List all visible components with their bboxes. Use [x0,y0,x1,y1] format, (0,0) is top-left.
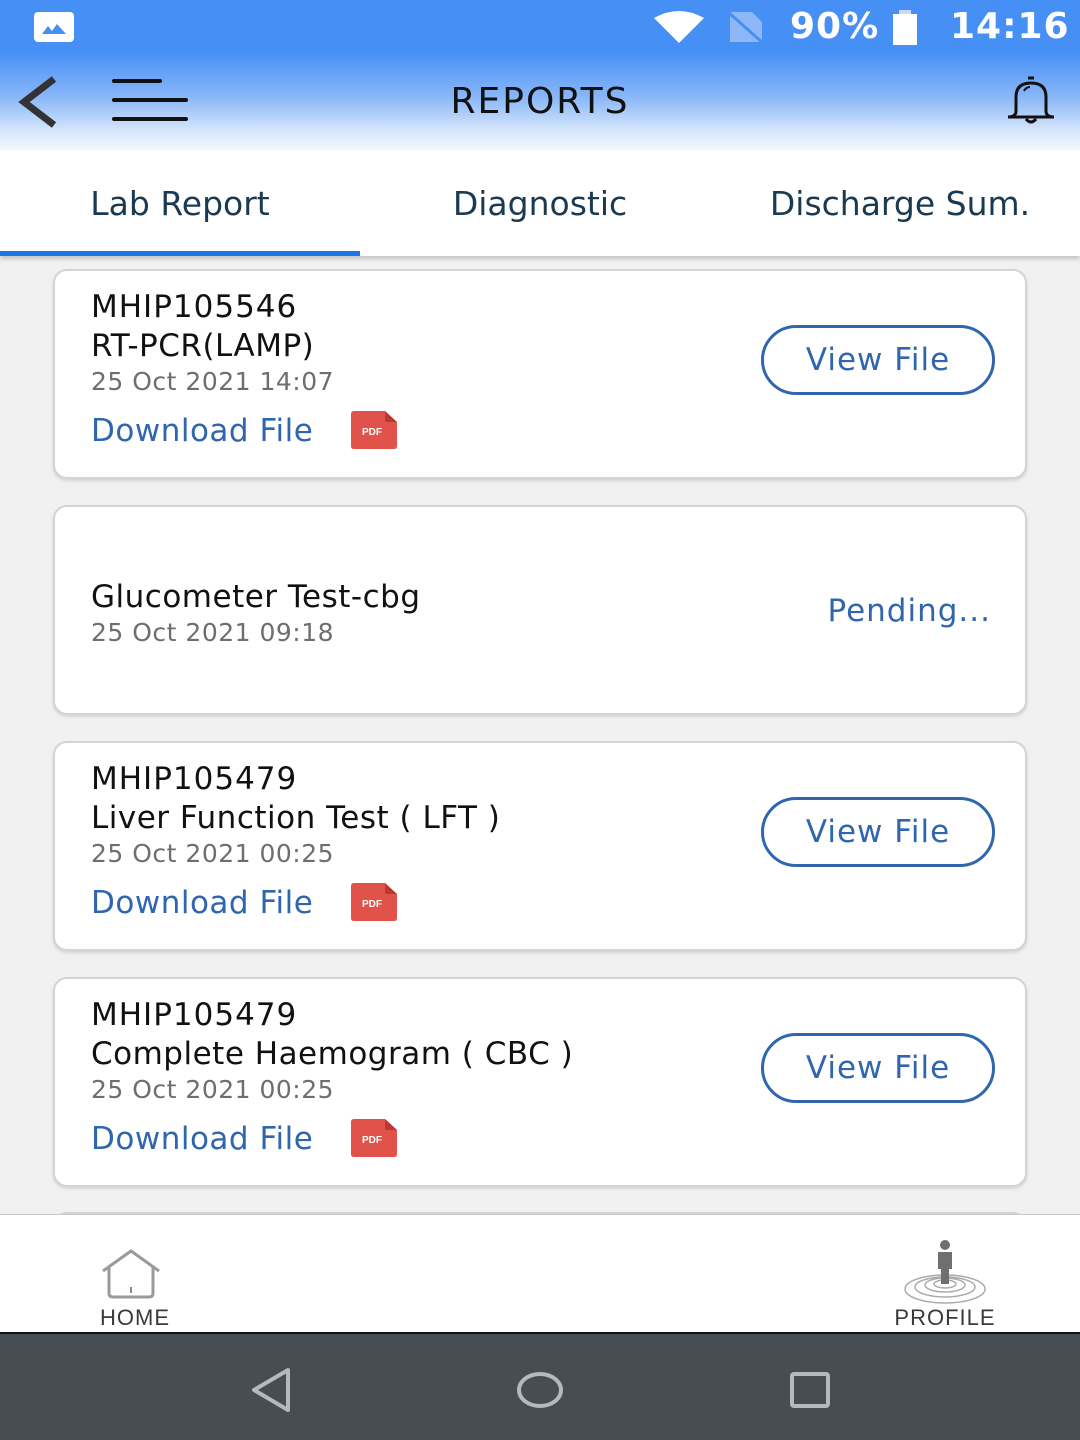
system-home-button[interactable] [510,1362,570,1418]
report-name: Liver Function Test ( LFT ) [91,800,501,836]
wifi-icon [654,11,704,43]
triangle-back-icon [252,1368,290,1412]
status-bar: 90% 14:16 [0,0,1080,55]
report-date: 25 Oct 2021 00:25 [91,1075,335,1104]
report-date: 25 Oct 2021 00:25 [91,839,335,868]
nav-home[interactable]: HOME [55,1215,215,1333]
download-file-link[interactable]: Download File [91,1121,313,1157]
report-date: 25 Oct 2021 14:07 [91,367,335,396]
no-sim-icon [727,10,765,44]
svg-text:PDF: PDF [362,899,382,910]
download-file-link[interactable]: Download File [91,885,313,921]
tab-discharge-summary[interactable]: Discharge Sum. [720,150,1080,256]
profile-icon [904,1240,986,1304]
bell-icon [1007,76,1055,124]
report-list[interactable]: MHIP105546 RT-PCR(LAMP) 25 Oct 2021 14:0… [0,256,1080,1214]
pdf-icon[interactable]: PDF [351,883,397,921]
report-card: MHIP105546 RT-PCR(LAMP) 25 Oct 2021 14:0… [53,269,1027,479]
view-file-button[interactable]: View File [761,325,995,395]
page-title: REPORTS [450,81,630,122]
report-card: MHIP105479 Liver Function Test ( LFT ) 2… [53,741,1027,951]
svg-text:PDF: PDF [362,427,382,438]
active-tab-indicator [0,251,360,256]
report-tabs: Lab Report Diagnostic Discharge Sum. [0,150,1080,256]
download-file-link[interactable]: Download File [91,413,313,449]
app-header: REPORTS [0,55,1080,150]
tab-lab-report[interactable]: Lab Report [0,150,360,256]
reports-screen: 90% 14:16 REPORTS Lab Report Diagnostic … [0,0,1080,1440]
battery-icon [893,10,917,45]
pdf-icon[interactable]: PDF [351,411,397,449]
view-file-button[interactable]: View File [761,797,995,867]
report-name: RT-PCR(LAMP) [91,328,315,364]
clock: 14:16 [950,6,1070,47]
notifications-button[interactable] [1002,75,1062,127]
nav-home-label: HOME [100,1305,170,1330]
square-recents-icon [790,1372,830,1408]
report-date: 25 Oct 2021 09:18 [91,618,335,647]
view-file-button[interactable]: View File [761,1033,995,1103]
report-id: MHIP105479 [91,997,298,1033]
nav-profile[interactable]: PROFILE [865,1215,1025,1333]
report-name: Glucometer Test-cbg [91,579,421,615]
tab-diagnostic[interactable]: Diagnostic [360,150,720,256]
bottom-nav: HOME PROFILE [0,1214,1080,1332]
home-icon [102,1249,160,1299]
system-nav-bar [0,1332,1080,1440]
report-card: Glucometer Test-cbg 25 Oct 2021 09:18 Pe… [53,505,1027,715]
pending-status: Pending... [827,593,991,629]
system-back-button[interactable] [240,1362,300,1418]
report-id: MHIP105479 [91,761,298,797]
battery-percent: 90% [790,6,880,47]
report-name: Complete Haemogram ( CBC ) [91,1036,574,1072]
circle-home-icon [517,1372,563,1408]
report-card: MHIP105479 Complete Haemogram ( CBC ) 25… [53,977,1027,1187]
system-recents-button[interactable] [780,1362,840,1418]
report-id: MHIP105546 [91,289,298,325]
nav-profile-label: PROFILE [894,1305,996,1330]
gallery-icon [34,12,74,42]
svg-text:PDF: PDF [362,1135,382,1146]
pdf-icon[interactable]: PDF [351,1119,397,1157]
